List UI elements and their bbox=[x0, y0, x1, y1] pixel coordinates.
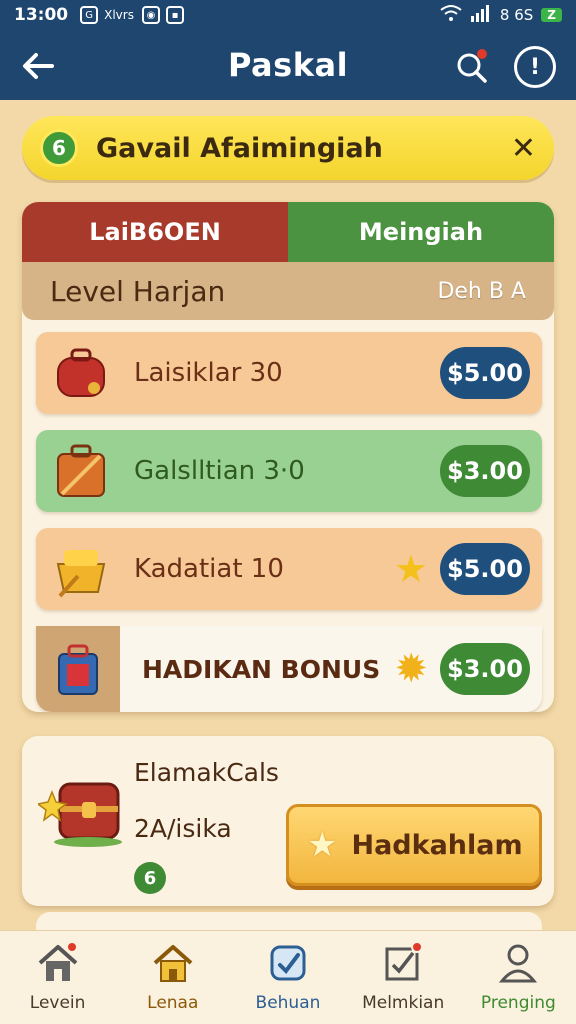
nav-item-profile[interactable]: Prenging bbox=[468, 941, 568, 1013]
claim-button[interactable]: ★ Hadkahlam bbox=[286, 804, 542, 886]
list-item[interactable]: Kadatiat 10 ★ $5.00 bbox=[36, 528, 542, 610]
list-item[interactable]: Laisiklar 30 $5.00 bbox=[36, 332, 542, 414]
nav-item-home[interactable]: Lenaa bbox=[123, 941, 223, 1013]
nav-item-level[interactable]: Levein bbox=[8, 941, 108, 1013]
alert-icon[interactable]: ! bbox=[514, 46, 556, 88]
section-header: Level Harjan Deh B A bbox=[22, 262, 554, 320]
treasure-icon bbox=[50, 538, 112, 600]
battery-icon: Z bbox=[541, 8, 562, 22]
status-bar: 13:00 G Xlvrs ◉ ▪ 8 6S Z bbox=[0, 0, 576, 30]
nav-label: Prenging bbox=[480, 993, 556, 1013]
section-heading: Level Harjan bbox=[50, 274, 226, 308]
nav-label: Melmkian bbox=[362, 993, 445, 1013]
nav-label: Levein bbox=[29, 993, 86, 1013]
house-icon bbox=[151, 941, 195, 985]
nav-label: Behuan bbox=[255, 993, 321, 1013]
backpack-icon bbox=[50, 342, 112, 404]
notification-icon: G bbox=[80, 6, 99, 24]
promo-card: ElamakCals 2A/isika 6 ★ Hadkahlam bbox=[22, 736, 554, 906]
image-icon: ▪ bbox=[165, 6, 184, 24]
network-text: 8 6S bbox=[499, 6, 534, 24]
wifi-icon bbox=[440, 4, 462, 26]
user-icon bbox=[496, 941, 540, 985]
list-item[interactable]: HADIKAN BONUS ✹ $3.00 bbox=[36, 626, 542, 712]
claim-button-label: Hadkahlam bbox=[351, 829, 523, 861]
price-button[interactable]: $5.00 bbox=[440, 543, 530, 595]
coin-icon: 6 bbox=[40, 129, 78, 167]
promo-title: ElamakCals bbox=[134, 758, 279, 787]
tab-right[interactable]: Meingiah bbox=[288, 202, 554, 262]
notification-dot bbox=[65, 941, 78, 953]
page-title: Paskal bbox=[227, 46, 349, 84]
treasure-chest-icon bbox=[36, 762, 128, 852]
nav-item-tasks[interactable]: Behuan bbox=[238, 941, 338, 1013]
price-button[interactable]: $5.00 bbox=[440, 347, 530, 399]
bottom-nav: Levein Lenaa Behuan Melmkian Prenging bbox=[0, 930, 576, 1024]
status-time: 13:00 bbox=[14, 5, 69, 25]
close-icon[interactable]: ✕ bbox=[511, 131, 536, 166]
box-icon bbox=[36, 626, 120, 712]
signal-icon bbox=[470, 4, 492, 26]
star-icon: ★ bbox=[393, 547, 428, 591]
edit-icon bbox=[266, 941, 310, 985]
status-text: Xlvrs bbox=[104, 8, 134, 22]
promo-subtitle: 2A/isika bbox=[134, 814, 232, 843]
nav-label: Lenaa bbox=[147, 993, 199, 1013]
bag-icon bbox=[50, 440, 112, 502]
item-label: Galslltian 3·0 bbox=[134, 456, 305, 486]
status-right: 8 6S Z bbox=[440, 4, 562, 26]
search-icon[interactable] bbox=[452, 46, 492, 86]
item-label: HADIKAN BONUS bbox=[142, 654, 381, 684]
back-arrow-icon[interactable] bbox=[18, 46, 58, 86]
shop-card: LaiB6OEN Meingiah Level Harjan Deh B A L… bbox=[22, 202, 554, 712]
tab-left[interactable]: LaiB6OEN bbox=[22, 202, 288, 262]
gear-icon: ✹ bbox=[394, 646, 428, 692]
tab-bar: LaiB6OEN Meingiah bbox=[22, 202, 554, 262]
app-header: Paskal ! bbox=[0, 30, 576, 100]
list-item[interactable]: Galslltian 3·0 $3.00 bbox=[36, 430, 542, 512]
item-label: Kadatiat 10 bbox=[134, 554, 284, 584]
banner-text: Gavail Afaimingiah bbox=[96, 132, 383, 164]
price-button[interactable]: $3.00 bbox=[440, 643, 530, 695]
star-icon: ★ bbox=[307, 825, 338, 865]
camera-icon: ◉ bbox=[141, 6, 160, 24]
count-badge: 6 bbox=[134, 862, 166, 894]
section-subheading: Deh B A bbox=[437, 278, 526, 304]
price-button[interactable]: $3.00 bbox=[440, 445, 530, 497]
item-label: Laisiklar 30 bbox=[134, 358, 283, 388]
promo-banner[interactable]: 6 Gavail Afaimingiah ✕ bbox=[22, 116, 554, 180]
nav-item-messages[interactable]: Melmkian bbox=[353, 941, 453, 1013]
